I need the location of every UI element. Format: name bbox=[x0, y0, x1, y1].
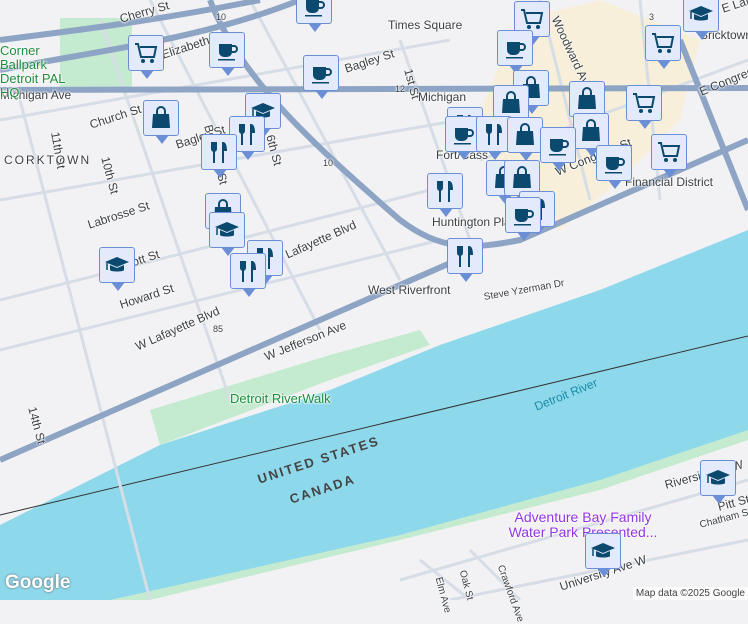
coffee-icon bbox=[454, 128, 474, 145]
map-marker-graduation[interactable] bbox=[99, 247, 135, 291]
cart-icon bbox=[521, 9, 544, 29]
coffee-icon bbox=[605, 157, 625, 174]
coffee-icon bbox=[305, 0, 325, 17]
map-marker-bag[interactable] bbox=[569, 81, 605, 125]
map-marker-graduation[interactable] bbox=[683, 0, 719, 40]
map-marker-coffee[interactable] bbox=[303, 55, 339, 99]
place-label: Times Square bbox=[388, 18, 463, 32]
bag-icon bbox=[578, 87, 596, 109]
bag-icon bbox=[513, 166, 531, 188]
fork-knife-icon bbox=[211, 142, 227, 163]
graduation-icon bbox=[706, 470, 730, 485]
bag-icon bbox=[582, 119, 600, 141]
map-marker-graduation[interactable] bbox=[585, 533, 621, 577]
fork-knife-icon bbox=[437, 181, 453, 202]
map-marker-fork-knife[interactable] bbox=[201, 134, 237, 178]
map-marker-coffee[interactable] bbox=[497, 30, 533, 74]
place-label: West Riverfront bbox=[368, 283, 451, 297]
highway-shield: 3 bbox=[649, 12, 655, 22]
map-marker-cart[interactable] bbox=[645, 25, 681, 69]
coffee-icon bbox=[218, 44, 238, 61]
map-marker-cart[interactable] bbox=[128, 35, 164, 79]
coffee-icon bbox=[312, 67, 332, 84]
map-marker-bag[interactable] bbox=[143, 100, 179, 144]
highway-shield: 12 bbox=[395, 84, 406, 94]
fork-knife-icon bbox=[457, 246, 473, 267]
coffee-icon bbox=[514, 209, 534, 226]
fork-knife-icon bbox=[486, 124, 502, 145]
graduation-icon bbox=[591, 543, 615, 558]
fork-knife-icon bbox=[240, 261, 256, 282]
bag-icon bbox=[152, 106, 170, 128]
place-label: Michigan bbox=[418, 90, 467, 104]
cart-icon bbox=[658, 142, 681, 162]
map-marker-bag[interactable] bbox=[507, 117, 543, 161]
google-logo[interactable]: Google bbox=[5, 572, 70, 594]
map-marker-fork-knife[interactable] bbox=[447, 238, 483, 282]
map-marker-fork-knife[interactable] bbox=[230, 253, 266, 297]
graduation-icon bbox=[689, 6, 713, 21]
map-marker-graduation[interactable] bbox=[209, 212, 245, 256]
map-marker-graduation[interactable] bbox=[700, 460, 736, 504]
coffee-icon bbox=[506, 42, 526, 59]
coffee-icon bbox=[549, 139, 569, 156]
attraction-label[interactable]: Adventure Bay Family Water Park Presente… bbox=[508, 510, 658, 540]
graduation-icon bbox=[105, 257, 129, 272]
map-marker-coffee[interactable] bbox=[209, 32, 245, 76]
highway-shield: 85 bbox=[213, 324, 224, 334]
map-marker-coffee[interactable] bbox=[540, 127, 576, 171]
graduation-icon bbox=[215, 222, 239, 237]
map-marker-coffee[interactable] bbox=[296, 0, 332, 32]
map-marker-cart[interactable] bbox=[651, 134, 687, 178]
bag-icon bbox=[516, 123, 534, 145]
bag-icon bbox=[502, 91, 520, 113]
map-attribution[interactable]: Map data ©2025 Google bbox=[632, 587, 748, 600]
cart-icon bbox=[652, 33, 675, 53]
highway-shield: 10 bbox=[216, 12, 227, 22]
cart-icon bbox=[135, 43, 158, 63]
map-marker-coffee[interactable] bbox=[596, 145, 632, 189]
poi-label: Corner Ballpark Detroit PAL HQ bbox=[0, 43, 66, 100]
highway-shield: 10 bbox=[323, 158, 334, 168]
map-marker-cart[interactable] bbox=[626, 85, 662, 129]
map-marker-fork-knife[interactable] bbox=[427, 173, 463, 217]
cart-icon bbox=[633, 93, 656, 113]
poi-label: Detroit RiverWalk bbox=[230, 391, 331, 406]
district-label: CORKTOWN bbox=[4, 153, 92, 167]
map-marker-bag[interactable] bbox=[573, 113, 609, 157]
fork-knife-icon bbox=[239, 124, 255, 145]
map-marker-coffee[interactable] bbox=[505, 197, 541, 241]
